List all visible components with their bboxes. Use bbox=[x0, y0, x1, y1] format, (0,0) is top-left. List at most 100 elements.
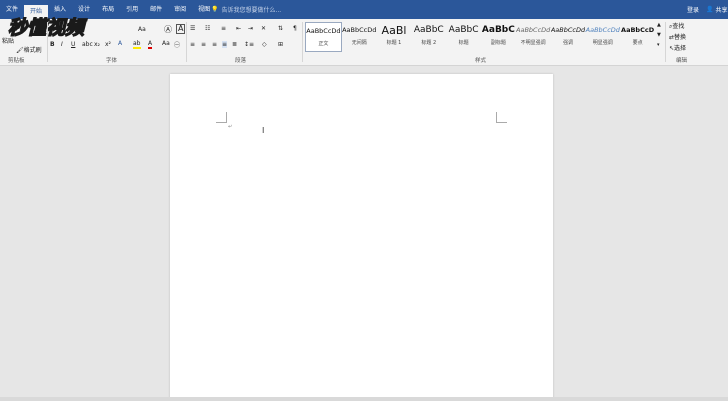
justify-icon[interactable]: ≡ bbox=[222, 41, 228, 48]
clear-format-icon[interactable]: Ⓐ bbox=[164, 24, 172, 35]
increase-indent-icon[interactable]: ⇥ bbox=[248, 25, 253, 32]
separator bbox=[665, 22, 666, 62]
style-name: 标题 1 bbox=[386, 40, 402, 46]
format-painter-label: 格式刷 bbox=[23, 47, 42, 54]
chinese-layout-icon[interactable]: ✕ bbox=[261, 25, 266, 32]
align-right-icon[interactable]: ≡ bbox=[212, 41, 217, 48]
italic-button[interactable]: I bbox=[61, 41, 63, 48]
brush-icon: 🖌 bbox=[16, 47, 24, 54]
paragraph-mark-icon: ↵ bbox=[228, 124, 233, 130]
style-intense-emphasis[interactable]: AaBbCcDd 明显强调 bbox=[585, 22, 620, 50]
style-sample: AaBbCcDd bbox=[550, 26, 586, 34]
change-case-button[interactable]: Aa bbox=[138, 26, 146, 33]
styles-label: 样式 bbox=[475, 58, 487, 64]
paste-button[interactable]: 粘贴 bbox=[2, 36, 14, 45]
style-name: 标题 bbox=[458, 40, 469, 46]
show-marks-icon[interactable]: ¶ bbox=[293, 25, 297, 32]
style-sample: AaBbCcDd bbox=[342, 26, 377, 34]
line-spacing-icon[interactable]: ↕≡ bbox=[244, 41, 254, 48]
style-sample: AaBbCcDd bbox=[516, 26, 551, 34]
clipboard-label: 剪贴板 bbox=[8, 58, 25, 64]
share-button[interactable]: 👤 共享 bbox=[706, 5, 728, 14]
decrease-indent-icon[interactable]: ⇤ bbox=[236, 25, 241, 32]
style-name: 明显强调 bbox=[592, 40, 613, 46]
style-sample: AaBbCcD bbox=[621, 26, 655, 34]
style-sample: AaBbC bbox=[448, 25, 479, 35]
style-sample: AaBbCcDd bbox=[585, 26, 620, 34]
enclose-char-icon[interactable]: ㊀ bbox=[174, 40, 180, 49]
lightbulb-icon: 💡 bbox=[211, 6, 219, 13]
select-label: 选择 bbox=[674, 45, 687, 52]
style-heading-2[interactable]: AaBbC 标题 2 bbox=[411, 22, 446, 50]
underline-button[interactable]: U bbox=[71, 41, 75, 48]
person-icon: 👤 bbox=[706, 6, 714, 13]
phonetic-icon[interactable]: Aa bbox=[162, 40, 170, 47]
bullets-icon[interactable]: ☰ bbox=[190, 25, 195, 32]
text-cursor-icon: I bbox=[262, 126, 265, 135]
style-sample: AaBl bbox=[381, 24, 407, 37]
replace-label: 替换 bbox=[674, 34, 687, 41]
style-no-spacing[interactable]: AaBbCcDd 无间隔 bbox=[342, 22, 377, 50]
style-name: 要点 bbox=[632, 40, 643, 46]
highlight-icon[interactable]: ab bbox=[133, 40, 141, 49]
separator bbox=[302, 22, 303, 62]
document-page[interactable]: ↵ I bbox=[170, 74, 553, 401]
style-sample: AaBbCcDd bbox=[306, 27, 341, 35]
font-label: 字体 bbox=[106, 58, 118, 64]
style-sample: AaBbC bbox=[481, 25, 515, 35]
paragraph-label: 段落 bbox=[235, 58, 247, 64]
gallery-scroll-down-icon[interactable]: ▼ bbox=[657, 32, 661, 38]
find-button[interactable]: ⌕查找 bbox=[669, 21, 684, 31]
style-name: 副标题 bbox=[490, 40, 506, 46]
editing-label: 编辑 bbox=[676, 58, 688, 64]
char-border-icon[interactable]: A bbox=[176, 24, 186, 34]
style-name: 标题 2 bbox=[421, 40, 437, 46]
tell-me-text: 告诉我您想要做什么... bbox=[221, 7, 282, 14]
share-label: 共享 bbox=[715, 7, 728, 14]
align-left-icon[interactable]: ≡ bbox=[190, 41, 195, 48]
replace-button[interactable]: ⇄替换 bbox=[669, 32, 686, 41]
login-link[interactable]: 登录 bbox=[687, 5, 699, 14]
sort-icon[interactable]: ⇅ bbox=[278, 25, 283, 32]
find-label: 查找 bbox=[672, 23, 685, 30]
strikethrough-icon[interactable]: abc bbox=[82, 41, 93, 48]
tab-review[interactable]: 审阅 bbox=[168, 0, 192, 19]
margin-corner-left bbox=[216, 112, 227, 123]
style-name: 强调 bbox=[562, 40, 573, 46]
multilevel-list-icon[interactable]: ≡ bbox=[221, 25, 226, 32]
style-title[interactable]: AaBbC 标题 bbox=[446, 22, 481, 50]
distributed-icon[interactable]: ≣ bbox=[232, 41, 237, 48]
style-subtle-emphasis[interactable]: AaBbCcDd 不明显强调 bbox=[516, 22, 551, 50]
watermark-logo: 秒懂视频 bbox=[7, 16, 88, 39]
text-effects-icon[interactable]: A bbox=[118, 40, 122, 47]
subscript-icon[interactable]: x₂ bbox=[94, 41, 100, 48]
style-emphasis[interactable]: AaBbCcDd 强调 bbox=[551, 22, 586, 50]
style-heading-1[interactable]: AaBl 标题 1 bbox=[377, 22, 412, 50]
style-subtitle[interactable]: AaBbC 副标题 bbox=[481, 22, 516, 50]
status-bar bbox=[0, 397, 728, 401]
logo-text: 秒懂视频 bbox=[8, 17, 88, 39]
superscript-icon[interactable]: x² bbox=[105, 41, 111, 48]
gallery-scroll-up-icon[interactable]: ▲ bbox=[657, 22, 661, 28]
font-color-icon[interactable]: A bbox=[148, 40, 153, 49]
style-strong[interactable]: AaBbCcD 要点 bbox=[620, 22, 655, 50]
separator bbox=[47, 22, 48, 62]
style-name: 无间隔 bbox=[351, 40, 367, 46]
style-name: 不明显强调 bbox=[520, 40, 546, 46]
align-center-icon[interactable]: ≡ bbox=[201, 41, 206, 48]
tell-me-box[interactable]: 💡 告诉我您想要做什么... bbox=[211, 5, 281, 14]
bold-button[interactable]: B bbox=[50, 41, 55, 48]
format-painter-button[interactable]: 🖌格式刷 bbox=[16, 45, 42, 54]
numbering-icon[interactable]: ☷ bbox=[205, 25, 210, 32]
style-name: 正文 bbox=[318, 41, 329, 47]
gallery-more-icon[interactable]: ▾ bbox=[657, 42, 660, 48]
shading-icon[interactable]: ◇ bbox=[262, 41, 267, 48]
margin-corner-right bbox=[496, 112, 507, 123]
style-normal[interactable]: AaBbCcDd 正文 bbox=[305, 22, 342, 52]
tab-mailings[interactable]: 邮件 bbox=[144, 0, 168, 19]
select-button[interactable]: ↖选择 bbox=[669, 43, 686, 52]
styles-gallery: AaBbCcDd 正文 AaBbCcDd 无间隔 AaBl 标题 1 AaBbC… bbox=[305, 22, 655, 52]
style-sample: AaBbC bbox=[413, 25, 444, 35]
borders-icon[interactable]: ⊞ bbox=[278, 41, 283, 48]
separator bbox=[186, 22, 187, 62]
